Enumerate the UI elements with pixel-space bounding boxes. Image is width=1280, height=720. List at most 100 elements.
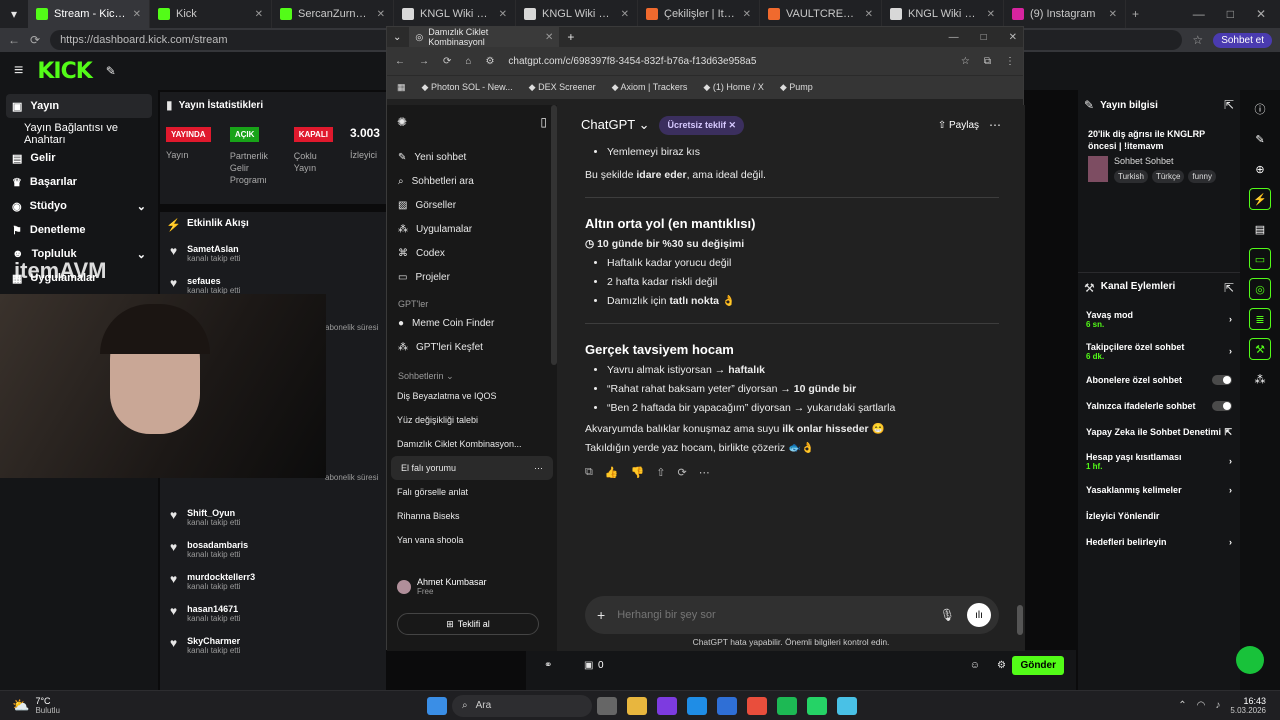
gpt-item[interactable]: ● Meme Coin Finder (387, 311, 557, 335)
maximize-icon[interactable]: □ (1227, 7, 1234, 21)
chat-history-item[interactable]: Falı görselle anlat (387, 480, 557, 504)
tool-icon[interactable]: ⚒ (1249, 338, 1271, 360)
target-icon[interactable]: ⊕ (1249, 158, 1271, 180)
app-icon[interactable] (657, 696, 677, 715)
windows-start-icon[interactable] (427, 696, 447, 715)
chatgpt-url[interactable]: chatgpt.com/c/698397f8-3454-832f-b76a-f1… (508, 56, 946, 67)
toggle-switch[interactable] (1212, 375, 1232, 385)
user-profile[interactable]: Ahmet Kumbasar Free (397, 577, 487, 596)
nav-item-yayin[interactable]: ▣ Yayın (6, 94, 152, 118)
help-button[interactable] (1236, 646, 1264, 674)
close-icon[interactable]: ✕ (1256, 7, 1266, 21)
nav-item-denetleme[interactable]: ⚑ Denetleme (0, 218, 158, 242)
share-icon[interactable]: ⇧ (656, 466, 665, 479)
minimize-icon[interactable]: — (949, 32, 959, 43)
close-icon[interactable]: ✕ (133, 9, 141, 20)
main-scrollbar[interactable] (1017, 605, 1023, 635)
send-button[interactable]: Gönder (1012, 656, 1064, 675)
prompt-input[interactable] (617, 609, 928, 621)
new-tab-icon[interactable]: + (567, 30, 574, 44)
bookmark-item[interactable]: ◆ Pump (780, 82, 813, 93)
thumbs-down-icon[interactable]: 👎 (631, 466, 645, 479)
close-icon[interactable]: ✕ (621, 9, 629, 20)
popout-icon[interactable]: ⇱ (1224, 281, 1234, 295)
tab-menu-icon[interactable]: ⌄ (393, 32, 401, 43)
chat-history-item[interactable]: Damızlık Ciklet Kombinasyon... (387, 432, 557, 456)
close-icon[interactable]: ✕ (1009, 32, 1017, 43)
chat-history-item[interactable]: Rihanna Biseks (387, 504, 557, 528)
chat-icon[interactable]: ▭ (1249, 248, 1271, 270)
bookmark-item[interactable]: ◆ DEX Screener (529, 82, 596, 93)
kick-logo[interactable]: KICK (37, 59, 92, 84)
tag-chip[interactable]: Turkish (1114, 170, 1148, 183)
browser-tab[interactable]: KNGL Wiki Portal ✕ (516, 0, 638, 28)
mic-icon[interactable]: 🎙 (940, 608, 955, 622)
close-icon[interactable]: ✕ (545, 32, 553, 43)
channel-action-item[interactable]: Hedefleri belirleyin › (1078, 529, 1240, 555)
channel-action-item[interactable]: Hesap yaşı kısıtlaması 1 hf. › (1078, 445, 1240, 477)
link-icon[interactable]: ⚭ (544, 660, 552, 671)
pin-icon[interactable]: ✎ (106, 64, 116, 78)
chat-history-item[interactable]: Yan vana shoola (387, 528, 557, 552)
sidebar-item[interactable]: ⌘ Codex (387, 241, 557, 265)
home-icon[interactable]: ⌂ (465, 56, 471, 67)
back-icon[interactable]: ← (8, 33, 20, 47)
bookmark-item[interactable]: ◆ (1) Home / X (703, 82, 763, 93)
chrome-icon[interactable] (747, 696, 767, 715)
more-icon[interactable]: ⋮ (1005, 56, 1015, 67)
star-icon[interactable]: ☆ (961, 56, 970, 67)
browser-tab[interactable]: Çekilişler | ItemAVM ✕ (638, 0, 760, 28)
chats-heading[interactable]: Sohbetlerin ⌄ (387, 359, 557, 384)
browser-tab[interactable]: KNGL Wiki Portal ✕ (394, 0, 516, 28)
file-explorer-icon[interactable] (627, 696, 647, 715)
weather-widget[interactable]: ⛅ 7°C Bulutlu (0, 696, 200, 715)
emoji-icon[interactable]: ☺ (970, 660, 980, 671)
close-icon[interactable]: ✕ (865, 9, 873, 20)
star-icon[interactable]: ☆ (1192, 33, 1203, 47)
model-selector[interactable]: ChatGPT ⌄ (581, 117, 649, 133)
channel-action-item[interactable]: Yapay Zeka ile Sohbet Denetimi ⇱ (1078, 419, 1240, 445)
plus-icon[interactable]: + (597, 607, 605, 623)
store-icon[interactable] (717, 696, 737, 715)
whatsapp-icon[interactable] (807, 696, 827, 715)
bolt-icon[interactable]: ⚡ (1249, 188, 1271, 210)
gift-icon[interactable]: ▣ (584, 660, 593, 671)
browser-tab[interactable]: KNGL Wiki Portal ✕ (882, 0, 1004, 28)
regenerate-icon[interactable]: ⟳ (677, 466, 686, 479)
minimize-icon[interactable]: — (1193, 7, 1205, 21)
notepad-icon[interactable] (837, 696, 857, 715)
reload-icon[interactable]: ⟳ (443, 56, 451, 67)
channel-action-item[interactable]: Takipçilere özel sohbet 6 dk. › (1078, 335, 1240, 367)
thumbs-up-icon[interactable]: 👍 (605, 466, 619, 479)
wifi-icon[interactable]: ◠ (1197, 700, 1206, 711)
popout-icon[interactable]: ⇱ (1224, 98, 1234, 112)
openai-logo-icon[interactable]: ✺ (397, 115, 407, 129)
more-icon[interactable]: ⋯ (699, 466, 710, 479)
new-tab-icon[interactable]: + (1132, 7, 1139, 21)
more-icon[interactable]: ⋯ (534, 463, 543, 474)
doc-icon[interactable]: ▤ (1249, 218, 1271, 240)
offer-chip[interactable]: Ücretsiz teklif ✕ (659, 115, 745, 135)
apps-icon[interactable]: ⁂ (1249, 368, 1271, 390)
chatgpt-tab[interactable]: ◎ Damızlık Ciklet Kombinasyonl ✕ (409, 27, 560, 47)
sidebar-toggle-icon[interactable]: ▯ (540, 115, 547, 129)
prompt-input-box[interactable]: + 🎙 ılı (585, 596, 999, 634)
close-icon[interactable]: ✕ (377, 9, 385, 20)
nav-item-stream-key[interactable]: Yayın Bağlantısı ve Anahtarı (0, 122, 158, 146)
forward-icon[interactable]: → (419, 56, 429, 67)
channel-action-item[interactable]: Abonelere özel sohbet (1078, 367, 1240, 393)
browser-tab[interactable]: Kick ✕ (150, 0, 272, 28)
chat-history-item[interactable]: El falı yorumu ⋯ (391, 456, 553, 480)
extension-icon[interactable]: ⧉ (984, 56, 991, 67)
taskbar-search[interactable]: ⌕ Ara (452, 694, 592, 717)
tab-search-icon[interactable]: ▾ (0, 7, 28, 21)
browser-tab[interactable]: Stream - Kick Dashboard ✕ (28, 0, 150, 28)
chat-history-item[interactable]: Yüz değişikliği talebi (387, 408, 557, 432)
voice-mode-icon[interactable]: ılı (967, 603, 991, 627)
broadcast-icon[interactable]: ◎ (1249, 278, 1271, 300)
more-icon[interactable]: ⋯ (989, 118, 1001, 132)
channel-action-item[interactable]: Yalnızca ifadelerle sohbet (1078, 393, 1240, 419)
maximize-icon[interactable]: □ (981, 32, 987, 43)
reload-icon[interactable]: ⟳ (30, 33, 40, 47)
close-icon[interactable]: ✕ (499, 9, 507, 20)
